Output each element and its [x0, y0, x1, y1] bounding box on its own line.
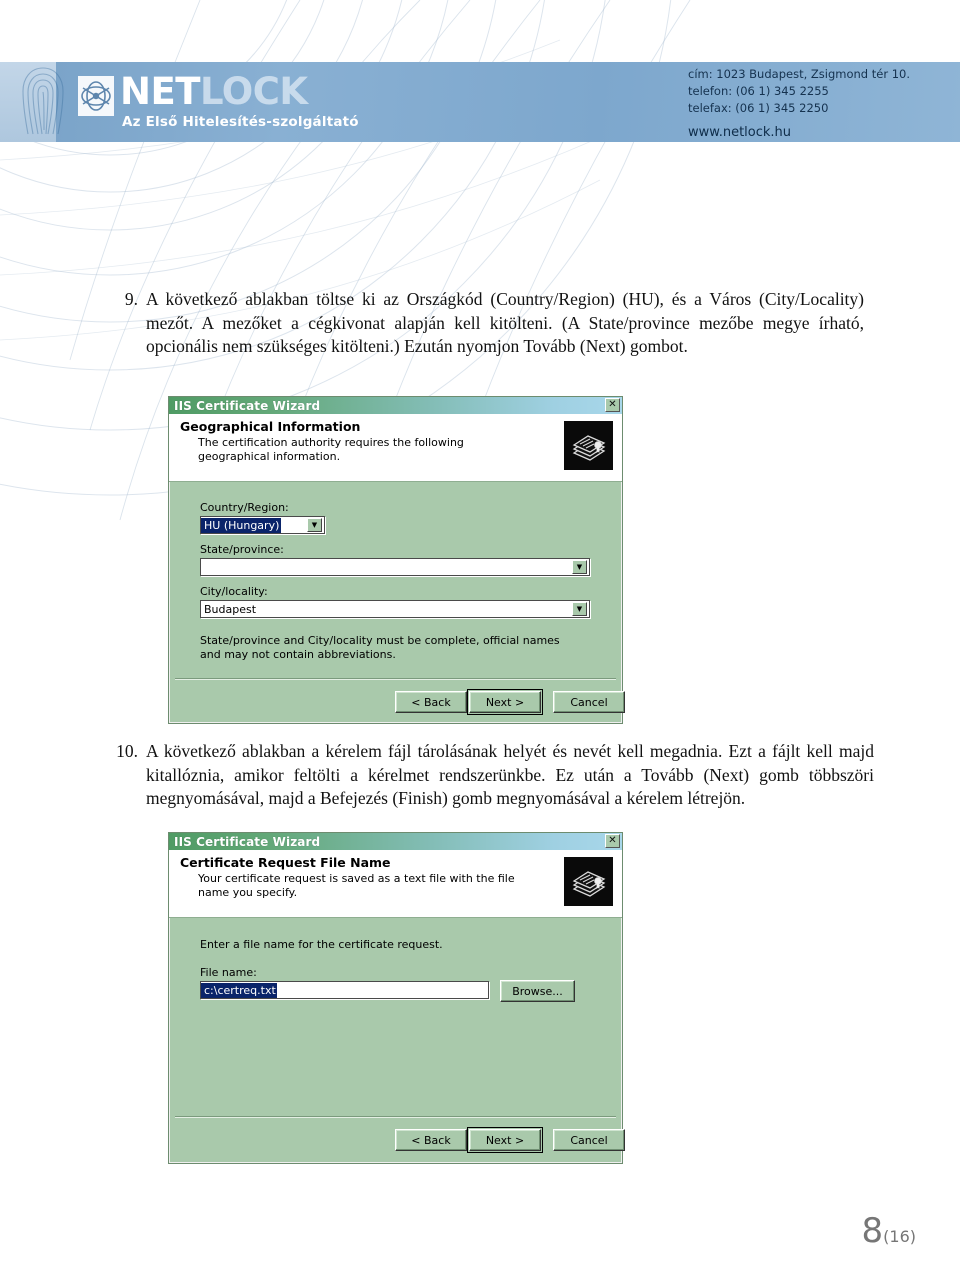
country-region-label: Country/Region:: [200, 501, 289, 514]
step-9-paragraph: 9. A következő ablakban töltse ki az Ors…: [104, 288, 864, 359]
dialog-geo-titlebar[interactable]: IIS Certificate Wizard ✕: [169, 397, 622, 414]
city-locality-label: City/locality:: [200, 585, 268, 598]
dialog-geo-body: Country/Region: HU (Hungary) ▼ State/pro…: [169, 482, 625, 722]
chevron-down-icon[interactable]: ▼: [307, 518, 322, 532]
iis-certificate-wizard-filename-dialog[interactable]: IIS Certificate Wizard ✕ Certificate Req…: [168, 832, 625, 1164]
dialog-file-banner: Certificate Request File Name Your certi…: [169, 850, 622, 918]
cancel-button[interactable]: Cancel: [553, 691, 625, 713]
file-name-label: File name:: [200, 966, 257, 979]
close-icon[interactable]: ✕: [605, 398, 620, 412]
next-button[interactable]: Next >: [467, 1127, 543, 1153]
step-10-paragraph: 10. A következő ablakban a kérelem fájl …: [104, 740, 874, 811]
step-9-text: A következő ablakban töltse ki az Ország…: [146, 289, 864, 356]
close-icon[interactable]: ✕: [605, 834, 620, 848]
next-button[interactable]: Next >: [467, 689, 543, 715]
city-locality-value: Budapest: [204, 602, 257, 616]
certificate-stack-icon: [564, 857, 613, 906]
dialog-geo-banner-subtitle: The certification authority requires the…: [198, 436, 464, 463]
header-contact-info: cím: 1023 Budapest, Zsigmond tér 10. tel…: [688, 66, 910, 141]
logo-brand-primary: NET: [120, 70, 200, 113]
back-button[interactable]: < Back: [395, 691, 467, 713]
logo-brand-secondary: LOCK: [199, 70, 308, 113]
contact-website[interactable]: www.netlock.hu: [688, 124, 910, 141]
dialog-file-body: Enter a file name for the certificate re…: [169, 918, 625, 1162]
city-locality-combobox[interactable]: Budapest ▼: [200, 600, 590, 618]
file-name-input[interactable]: c:\certreq.txt: [200, 981, 489, 999]
browse-button[interactable]: Browse...: [500, 980, 575, 1002]
country-region-combobox[interactable]: HU (Hungary) ▼: [200, 516, 325, 534]
file-name-value: c:\certreq.txt: [201, 982, 277, 998]
page-header: NETLOCK Az Első Hitelesítés-szolgáltató …: [0, 0, 960, 170]
netlock-globe-icon: [78, 76, 114, 116]
dialog-file-button-separator: [175, 1116, 616, 1118]
cancel-button[interactable]: Cancel: [553, 1129, 625, 1151]
certificate-stack-icon: [564, 421, 613, 470]
dialog-geo-banner-title: Geographical Information: [180, 419, 361, 434]
dialog-file-titlebar[interactable]: IIS Certificate Wizard ✕: [169, 833, 622, 850]
step-10-text: A következő ablakban a kérelem fájl táro…: [146, 741, 874, 808]
dialog-file-banner-title: Certificate Request File Name: [180, 855, 391, 870]
state-province-combobox[interactable]: ▼: [200, 558, 590, 576]
page-number-current: 8: [861, 1211, 884, 1251]
back-button[interactable]: < Back: [395, 1129, 467, 1151]
page-number-total: (16): [883, 1227, 916, 1246]
dialog-geo-banner: Geographical Information The certificati…: [169, 414, 622, 482]
state-province-label: State/province:: [200, 543, 284, 556]
dialog-file-title: IIS Certificate Wizard: [174, 834, 321, 849]
fingerprint-icon: [22, 67, 64, 135]
dialog-geo-title: IIS Certificate Wizard: [174, 398, 321, 413]
dialog-geo-button-separator: [175, 678, 616, 680]
chevron-down-icon[interactable]: ▼: [572, 602, 587, 616]
iis-certificate-wizard-geographical-dialog[interactable]: IIS Certificate Wizard ✕ Geographical In…: [168, 396, 625, 724]
contact-phone: telefon: (06 1) 345 2255: [688, 84, 829, 98]
step-10-number: 10.: [116, 741, 138, 761]
step-9-number: 9.: [124, 289, 138, 309]
logo-tagline: Az Első Hitelesítés-szolgáltató: [122, 114, 359, 130]
logo-wordmark: NETLOCK: [120, 70, 308, 114]
filename-instruction: Enter a file name for the certificate re…: [200, 938, 443, 951]
geo-validation-note: State/province and City/locality must be…: [200, 634, 560, 661]
page-number: 8(16): [862, 1211, 916, 1251]
country-region-value: HU (Hungary): [201, 517, 282, 533]
chevron-down-icon[interactable]: ▼: [572, 560, 587, 574]
contact-address: cím: 1023 Budapest, Zsigmond tér 10.: [688, 67, 910, 81]
netlock-logo: NETLOCK Az Első Hitelesítés-szolgáltató: [78, 70, 408, 134]
contact-fax: telefax: (06 1) 345 2250: [688, 101, 829, 115]
dialog-file-banner-subtitle: Your certificate request is saved as a t…: [198, 872, 515, 899]
